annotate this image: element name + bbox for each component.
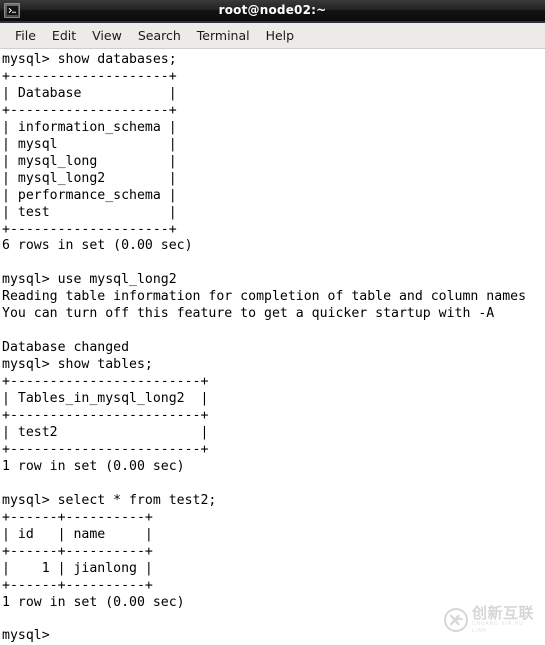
- terminal-line: mysql> show databases;: [2, 52, 177, 67]
- terminal-line: | test2 |: [2, 424, 209, 440]
- terminal-line: +------------------------+: [2, 374, 209, 390]
- terminal-output[interactable]: mysql> show databases; +-----------------…: [0, 49, 545, 645]
- terminal-line: +--------------------+: [2, 221, 177, 237]
- terminal-line: Reading table information for completion…: [2, 289, 527, 305]
- terminal-window: root@node02:~ File Edit View Search Term…: [0, 0, 545, 645]
- menu-item-file[interactable]: File: [8, 26, 43, 45]
- terminal-line: | Database |: [2, 85, 177, 101]
- terminal-line: | mysql |: [2, 136, 177, 152]
- terminal-line: +--------------------+: [2, 102, 177, 118]
- window-title: root@node02:~: [218, 3, 327, 17]
- terminal-line: | test |: [2, 204, 177, 220]
- menu-item-help[interactable]: Help: [259, 26, 302, 45]
- terminal-line: +------------------------+: [2, 408, 209, 424]
- terminal-line: | Tables_in_mysql_long2 |: [2, 391, 209, 407]
- terminal-line: mysql>: [2, 628, 50, 644]
- terminal-line: 6 rows in set (0.00 sec): [2, 238, 193, 254]
- terminal-line: mysql> select * from test2;: [2, 492, 217, 508]
- terminal-icon: [4, 3, 20, 18]
- terminal-line: | performance_schema |: [2, 187, 177, 203]
- terminal-line: +--------------------+: [2, 68, 177, 84]
- menu-item-view[interactable]: View: [85, 26, 129, 45]
- menu-item-terminal[interactable]: Terminal: [190, 26, 257, 45]
- terminal-line: | id | name |: [2, 526, 153, 542]
- terminal-line: mysql> use mysql_long2: [2, 272, 177, 288]
- terminal-line: You can turn off this feature to get a q…: [2, 306, 495, 322]
- terminal-line: | information_schema |: [2, 119, 177, 135]
- terminal-line: +------+----------+: [2, 577, 153, 593]
- terminal-line: 1 row in set (0.00 sec): [2, 458, 185, 474]
- terminal-line: | 1 | jianlong |: [2, 560, 153, 576]
- terminal-line: +------------------------+: [2, 441, 209, 457]
- terminal-line: mysql> show tables;: [2, 357, 153, 373]
- terminal-line: | mysql_long |: [2, 153, 177, 169]
- menu-bar: File Edit View Search Terminal Help: [0, 23, 545, 49]
- terminal-line: +------+----------+: [2, 543, 153, 559]
- menu-item-edit[interactable]: Edit: [45, 26, 83, 45]
- terminal-line: | mysql_long2 |: [2, 170, 177, 186]
- terminal-line: 1 row in set (0.00 sec): [2, 594, 185, 610]
- menu-item-search[interactable]: Search: [131, 26, 188, 45]
- title-bar: root@node02:~: [0, 0, 545, 23]
- terminal-line: +------+----------+: [2, 509, 153, 525]
- terminal-line: Database changed: [2, 340, 130, 356]
